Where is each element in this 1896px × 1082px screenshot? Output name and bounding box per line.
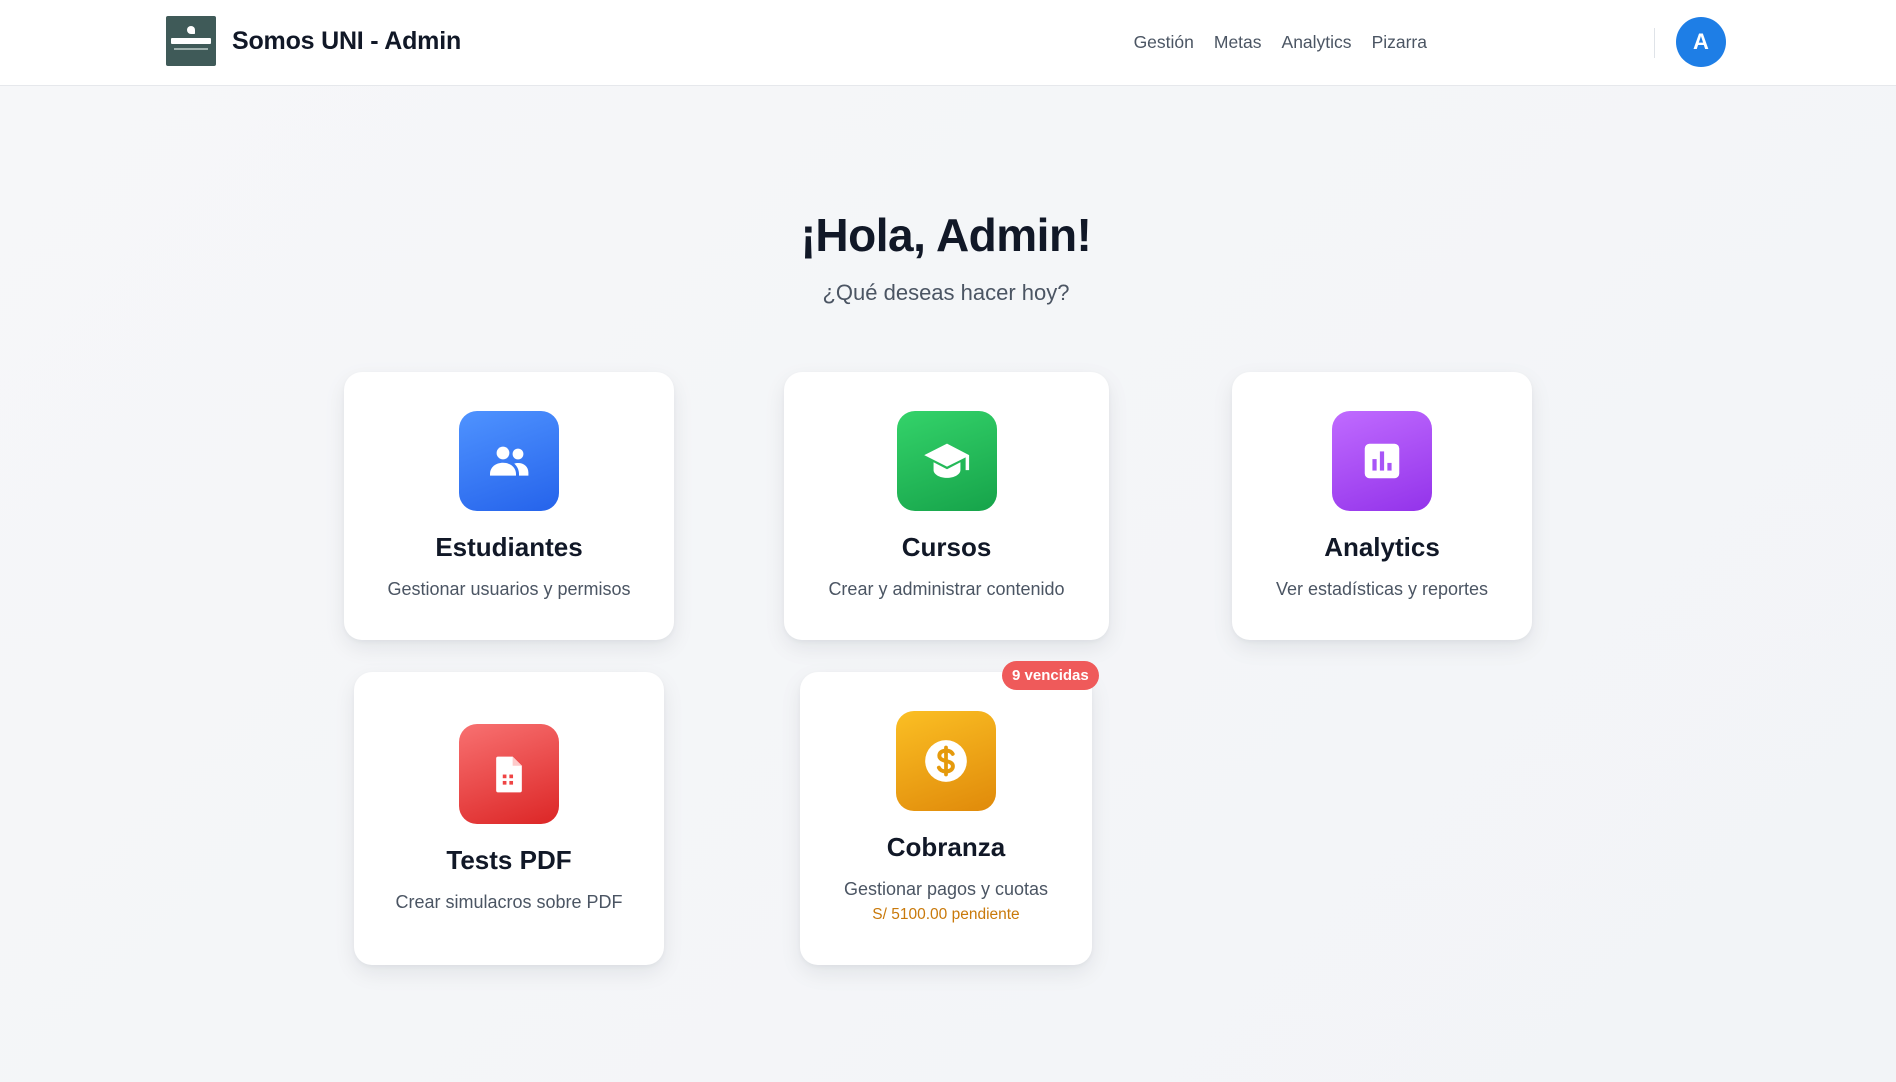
nav-divider	[1654, 28, 1655, 58]
card-description: Gestionar pagos y cuotas	[843, 879, 1049, 899]
card-title: Cobranza	[886, 832, 1006, 862]
bar-chart-icon	[1332, 411, 1432, 511]
page-title: ¡Hola, Admin!	[800, 209, 1092, 261]
card-title: Cursos	[901, 532, 992, 562]
card-cursos[interactable]: Cursos Crear y administrar contenido	[784, 372, 1109, 640]
dollar-coin-icon	[896, 711, 996, 811]
card-title: Analytics	[1324, 532, 1440, 562]
card-title: Tests PDF	[446, 845, 572, 875]
card-description: Ver estadísticas y reportes	[1275, 579, 1489, 599]
brand[interactable]: Somos UNI - Admin	[166, 16, 461, 66]
nav-gestion[interactable]: Gestión	[1134, 32, 1194, 53]
main-nav: Gestión Metas Analytics Pizarra	[1134, 0, 1427, 84]
card-analytics[interactable]: Analytics Ver estadísticas y reportes	[1232, 372, 1532, 640]
nav-analytics[interactable]: Analytics	[1282, 32, 1352, 53]
nav-pizarra[interactable]: Pizarra	[1372, 32, 1427, 53]
page-subtitle: ¿Qué deseas hacer hoy?	[822, 280, 1070, 305]
top-header: Somos UNI - Admin Gestión Metas Analytic…	[0, 0, 1896, 86]
card-cobranza[interactable]: Cobranza Gestionar pagos y cuotas S/ 510…	[800, 672, 1092, 965]
card-description: Crear y administrar contenido	[828, 579, 1065, 599]
card-title: Estudiantes	[435, 532, 583, 562]
graduation-cap-icon	[896, 411, 997, 511]
overdue-badge: 9 vencidas	[1002, 661, 1099, 690]
card-description: Gestionar usuarios y permisos	[387, 579, 631, 599]
somos-uni-logo-icon	[166, 16, 216, 66]
card-tests-pdf[interactable]: Tests PDF Crear simulacros sobre PDF	[354, 672, 664, 965]
card-estudiantes[interactable]: Estudiantes Gestionar usuarios y permiso…	[344, 372, 674, 640]
user-avatar[interactable]: A	[1676, 17, 1726, 67]
users-icon	[459, 411, 559, 511]
nav-metas[interactable]: Metas	[1214, 32, 1262, 53]
pending-amount: S/ 5100.00 pendiente	[872, 906, 1020, 923]
app-title: Somos UNI - Admin	[232, 26, 462, 55]
pdf-file-icon	[459, 724, 559, 824]
card-description: Crear simulacros sobre PDF	[395, 892, 623, 912]
